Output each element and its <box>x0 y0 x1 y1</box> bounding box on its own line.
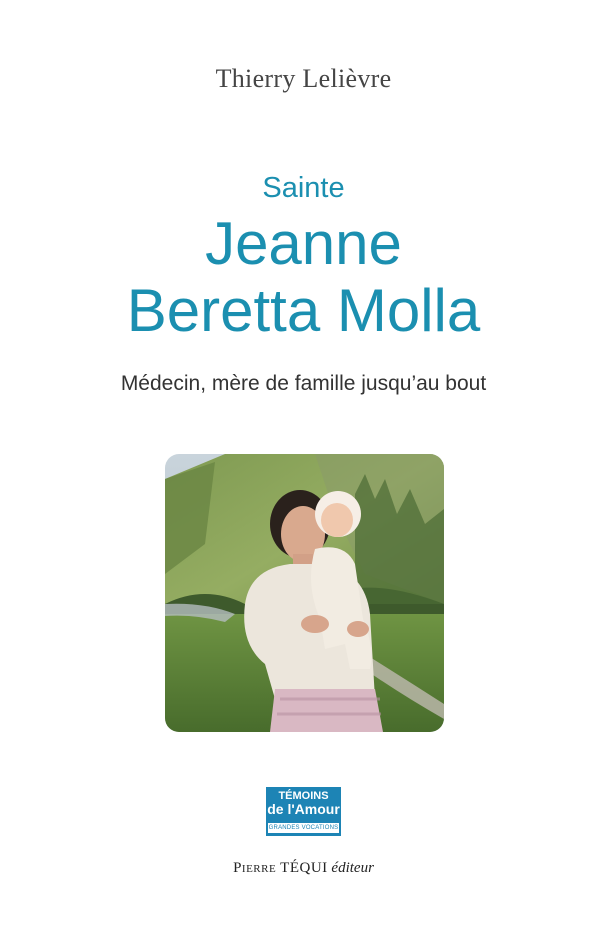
collection-logo-line-2: de l'Amour <box>267 801 340 817</box>
title-line-2: Beretta Molla <box>126 277 481 344</box>
publisher: Pierre TÉQUI éditeur <box>0 860 607 877</box>
title-prefix: Sainte <box>262 172 345 204</box>
book-cover: Thierry Lelièvre Sainte Jeanne Beretta M… <box>0 0 607 945</box>
collection-logo: TÉMOINS de l'Amour GRANDES VOCATIONS <box>266 787 341 836</box>
subtitle: Médecin, mère de famille jusqu’au bout <box>120 372 487 395</box>
collection-logo-strip: GRANDES VOCATIONS <box>268 823 339 833</box>
author-name: Thierry Lelièvre <box>215 64 392 93</box>
title-line-1: Jeanne <box>205 210 402 277</box>
cover-photo-mother-and-child <box>165 454 444 732</box>
publisher-suffix: éditeur <box>331 860 374 876</box>
publisher-name: Pierre TÉQUI <box>233 860 328 876</box>
